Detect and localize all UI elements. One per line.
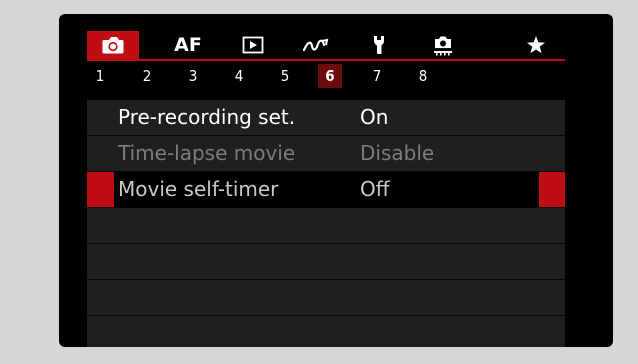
- empty-row: [87, 316, 565, 347]
- subtab-4[interactable]: 4: [229, 64, 249, 88]
- empty-row: [87, 208, 565, 244]
- subtab-3[interactable]: 3: [183, 64, 203, 88]
- menu-item-value: Disable: [360, 141, 435, 165]
- subtab-1[interactable]: 1: [90, 64, 110, 88]
- tab-shooting[interactable]: [87, 31, 139, 59]
- tab-underline: [87, 59, 565, 61]
- custom-functions-icon: [434, 36, 452, 56]
- menu-item-value: Off: [360, 177, 390, 201]
- tab-setup[interactable]: [353, 31, 405, 59]
- camera-menu-screen: AF 1 2 3 4 5 6 7 8 Pre-recording set. On…: [59, 14, 613, 347]
- subtab-bar: 1 2 3 4 5 6 7 8: [87, 64, 565, 88]
- playback-icon: [242, 36, 264, 54]
- camera-icon: [102, 37, 124, 54]
- star-icon: [527, 36, 545, 54]
- menu-item-time-lapse[interactable]: Time-lapse movie Disable: [87, 136, 565, 172]
- subtab-5[interactable]: 5: [275, 64, 295, 88]
- wireless-icon: [303, 38, 329, 52]
- wrench-icon: [374, 36, 384, 54]
- subtab-2[interactable]: 2: [137, 64, 157, 88]
- menu-item-pre-recording[interactable]: Pre-recording set. On: [87, 100, 565, 136]
- tab-af-label: AF: [174, 34, 202, 56]
- menu-item-label: Movie self-timer: [118, 177, 279, 201]
- tab-wireless[interactable]: [290, 31, 342, 59]
- tab-playback[interactable]: [227, 31, 279, 59]
- tab-af[interactable]: AF: [162, 31, 214, 59]
- menu-item-label: Pre-recording set.: [118, 105, 296, 129]
- menu-tab-bar: AF: [87, 31, 565, 59]
- menu-item-value: On: [360, 105, 389, 129]
- menu-list: Pre-recording set. On Time-lapse movie D…: [87, 100, 565, 347]
- empty-row: [87, 280, 565, 316]
- tab-my-menu[interactable]: [510, 31, 562, 59]
- tab-custom-functions[interactable]: [417, 31, 469, 59]
- subtab-8[interactable]: 8: [413, 64, 433, 88]
- subtab-7[interactable]: 7: [367, 64, 387, 88]
- menu-item-label: Time-lapse movie: [118, 141, 296, 165]
- subtab-6[interactable]: 6: [318, 64, 342, 88]
- empty-row: [87, 244, 565, 280]
- menu-item-self-timer[interactable]: Movie self-timer Off: [87, 172, 565, 208]
